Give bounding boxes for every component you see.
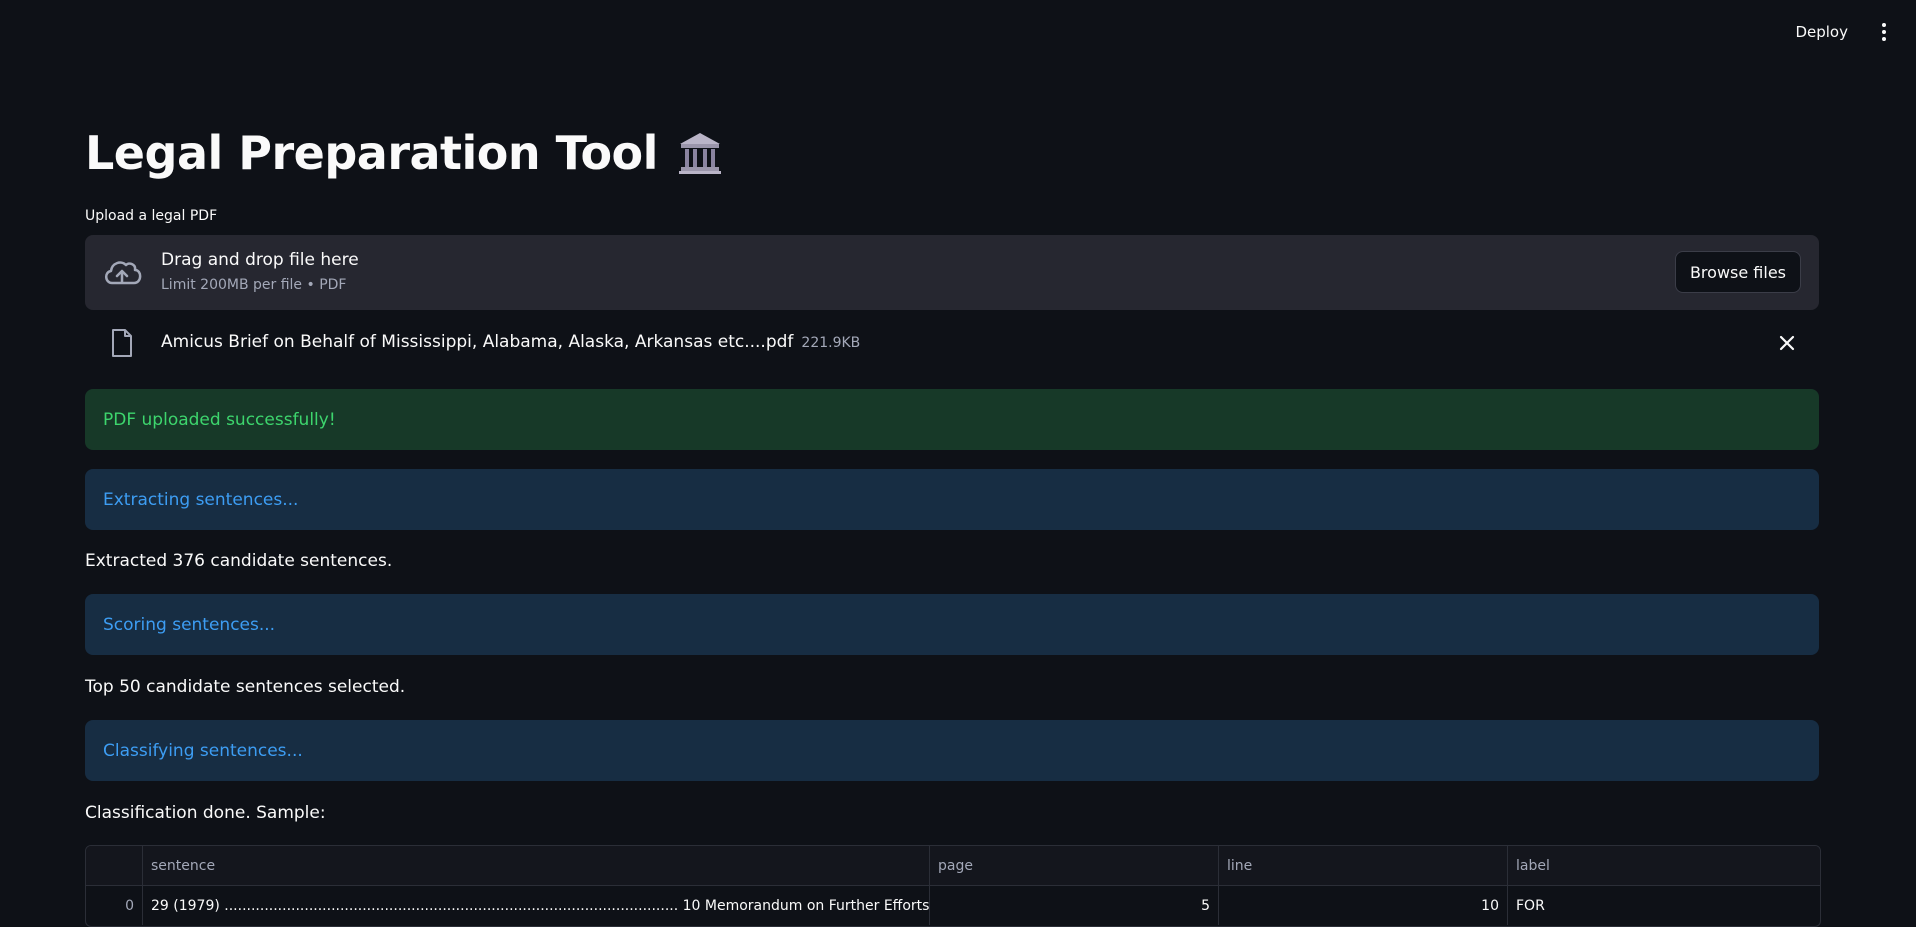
table-row[interactable]: 0 29 (1979) ............................… bbox=[86, 886, 1820, 925]
header-page[interactable]: page bbox=[930, 846, 1219, 885]
deploy-button[interactable]: Deploy bbox=[1785, 17, 1858, 47]
classifying-alert: Classifying sentences... bbox=[85, 720, 1819, 781]
extracting-alert: Extracting sentences... bbox=[85, 469, 1819, 530]
more-vertical-icon[interactable] bbox=[1872, 20, 1896, 44]
table-header: sentence page line label bbox=[86, 846, 1820, 886]
classification-done-text: Classification done. Sample: bbox=[85, 803, 326, 823]
file-name-text: Amicus Brief on Behalf of Mississippi, A… bbox=[161, 332, 794, 352]
file-icon bbox=[112, 329, 132, 357]
uploaded-file-name: Amicus Brief on Behalf of Mississippi, A… bbox=[161, 332, 860, 352]
uploader-label: Upload a legal PDF bbox=[85, 208, 218, 224]
close-icon[interactable] bbox=[1775, 331, 1799, 355]
header-label[interactable]: label bbox=[1508, 846, 1820, 885]
header-line[interactable]: line bbox=[1219, 846, 1508, 885]
page-title: Legal Preparation Tool bbox=[85, 126, 724, 180]
cell-line[interactable]: 10 bbox=[1219, 886, 1508, 925]
uploaded-file-row: Amicus Brief on Behalf of Mississippi, A… bbox=[85, 323, 1819, 363]
scoring-alert: Scoring sentences... bbox=[85, 594, 1819, 655]
success-alert: PDF uploaded successfully! bbox=[85, 389, 1819, 450]
cloud-upload-icon bbox=[105, 261, 142, 285]
top-toolbar: Deploy bbox=[1785, 0, 1916, 64]
browse-files-button[interactable]: Browse files bbox=[1674, 251, 1801, 293]
classical-building-icon bbox=[678, 133, 721, 174]
dropzone-limit: Limit 200MB per file • PDF bbox=[161, 277, 347, 293]
row-index: 0 bbox=[86, 886, 143, 925]
dropzone-title: Drag and drop file here bbox=[161, 250, 359, 270]
extracted-count-text: Extracted 376 candidate sentences. bbox=[85, 551, 393, 571]
page-title-text: Legal Preparation Tool bbox=[85, 126, 658, 180]
cell-label[interactable]: FOR bbox=[1508, 886, 1820, 925]
results-table[interactable]: sentence page line label 0 29 (1979) ...… bbox=[85, 845, 1821, 927]
cell-sentence[interactable]: 29 (1979) ..............................… bbox=[143, 886, 930, 925]
cell-page[interactable]: 5 bbox=[930, 886, 1219, 925]
top-candidates-text: Top 50 candidate sentences selected. bbox=[85, 677, 406, 697]
header-sentence[interactable]: sentence bbox=[143, 846, 930, 885]
file-dropzone[interactable]: Drag and drop file here Limit 200MB per … bbox=[85, 235, 1819, 310]
header-index bbox=[86, 846, 143, 885]
file-size: 221.9KB bbox=[801, 335, 861, 351]
